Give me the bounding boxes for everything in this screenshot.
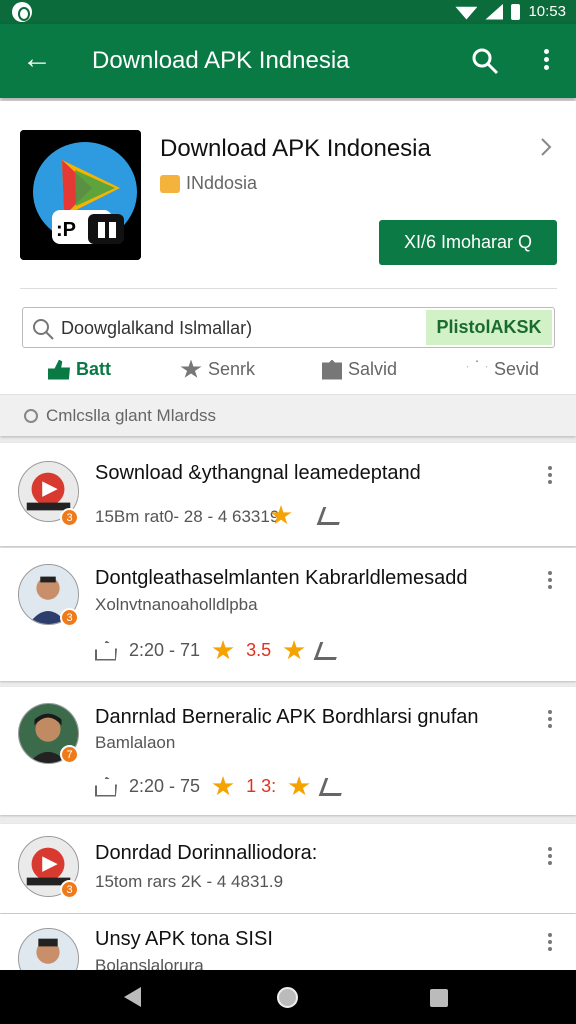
action-senrk[interactable]: Senrk — [180, 359, 255, 380]
share-icon[interactable] — [313, 641, 343, 660]
search-icon[interactable] — [470, 46, 500, 76]
list-item[interactable]: 3 Dontgleathaselmlanten Kabrarldlemesadd… — [0, 548, 576, 681]
list-item[interactable]: 3 Donrdad Dorinnalliodora: 15tom rars 2K… — [0, 824, 576, 913]
star-icon — [212, 776, 234, 796]
share-icon[interactable] — [316, 506, 346, 525]
list-item[interactable]: 3 Sownload &ythangnal leamedeptand 15Bm … — [0, 443, 576, 546]
developer-name: INddosia — [186, 173, 258, 193]
action-label: Salvid — [348, 359, 398, 379]
status-time: 10:53 — [528, 3, 566, 20]
item-meta: 15Bm rat0- 28 - 4 63319 — [95, 507, 279, 527]
rating-value: 3.5 — [246, 640, 272, 660]
developer-badge-icon — [160, 174, 180, 193]
item-sub: Xolnvtnanoaholldlpba — [95, 595, 258, 614]
chevron-right-icon[interactable] — [540, 137, 552, 157]
item-title: Sownload &ythangnal leamedeptand — [95, 462, 421, 484]
star-outline-icon — [466, 359, 488, 378]
signal-icon — [485, 3, 504, 20]
item-title: Unsy APK tona SISI — [95, 928, 273, 950]
status-bar: 10:53 — [0, 0, 576, 24]
back-arrow-icon[interactable]: ← — [22, 44, 52, 74]
developer-row[interactable]: INddosia — [160, 173, 257, 194]
avatar-badge: 7 — [60, 745, 79, 764]
status-icons: 10:53 — [455, 3, 566, 20]
info-bar: Cmlcslla glant Mlardss — [0, 394, 576, 436]
item-sub: Bamlalaon — [95, 733, 176, 752]
item-more-icon[interactable] — [546, 463, 554, 487]
avatar-badge: 3 — [60, 880, 79, 899]
item-more-icon[interactable] — [546, 930, 554, 954]
item-more-icon[interactable] — [546, 568, 554, 592]
info-text: Cmlcslla glant Mlardss — [46, 406, 217, 425]
thumbs-up-icon[interactable] — [95, 776, 117, 797]
action-sevid[interactable]: Sevid — [466, 359, 539, 380]
item-more-icon[interactable] — [546, 844, 554, 868]
app-details-card: :P Download APK Indonesia INddosia XI/6 … — [0, 101, 576, 436]
action-row: Batt Senrk Salvid Sevid — [0, 359, 576, 389]
item-stats: 2:20 - 71 3.5 — [95, 640, 343, 661]
item-sub: 15tom rars 2K - 4 4831.9 — [95, 872, 284, 891]
magnifier-icon — [33, 319, 54, 340]
system-nav-bar — [0, 970, 576, 1024]
avatar — [18, 928, 79, 970]
action-label: Sevid — [494, 359, 540, 379]
item-sub: 15Bm rat0- 28 - 4 63319 — [95, 507, 280, 526]
battery-icon — [511, 3, 521, 20]
app-bar: ← Download APK Indnesia — [0, 24, 576, 98]
item-title: Donrdad Dorinnalliodora: — [95, 842, 318, 864]
list-item[interactable]: Unsy APK tona SISI Bolanslalorura — [0, 914, 576, 970]
more-vert-icon[interactable] — [536, 46, 556, 76]
likes-count: 2:20 - 75 — [129, 776, 201, 796]
item-more-icon[interactable] — [546, 707, 554, 731]
divider — [20, 288, 557, 289]
install-button[interactable]: XI/6 Imoharar Q — [379, 220, 557, 265]
wifi-icon — [455, 6, 478, 20]
star-icon — [270, 505, 292, 525]
search-input[interactable]: Doowglalkand Islmallar) — [61, 318, 252, 339]
nav-home-icon[interactable] — [277, 987, 298, 1008]
notification-icon — [12, 2, 32, 22]
item-sub: Bolanslalorura — [95, 956, 204, 970]
star-icon — [283, 640, 305, 660]
nav-recents-icon[interactable] — [430, 989, 448, 1007]
shopping-bag-icon — [322, 359, 342, 380]
avatar-badge: 3 — [60, 608, 79, 627]
star-icon — [180, 359, 202, 378]
thumbs-up-icon[interactable] — [95, 640, 117, 661]
item-stats: 2:20 - 75 1 3: — [95, 776, 348, 797]
search-submit-button[interactable]: PlistolAKSK — [426, 310, 552, 345]
item-title: Danrnlad Berneralic APK Bordhlarsi gnufa… — [95, 706, 479, 728]
action-salvid[interactable]: Salvid — [322, 359, 397, 380]
likes-count: 2:20 - 71 — [129, 640, 201, 660]
app-bar-title: Download APK Indnesia — [92, 47, 350, 74]
svg-text::P: :P — [56, 219, 76, 241]
star-icon — [212, 640, 234, 660]
app-title: Download APK Indonesia — [160, 135, 431, 162]
thumbs-up-icon — [48, 359, 70, 380]
action-label: Senrk — [208, 359, 256, 379]
search-field[interactable]: Doowglalkand Islmallar) PlistolAKSK — [22, 307, 555, 348]
avatar-badge: 3 — [60, 508, 79, 527]
action-batt[interactable]: Batt — [48, 359, 111, 380]
rating-value: 1 3: — [246, 776, 277, 796]
list-item[interactable]: 7 Danrnlad Berneralic APK Bordhlarsi gnu… — [0, 687, 576, 815]
nav-back-icon[interactable] — [124, 987, 141, 1007]
share-icon[interactable] — [318, 777, 348, 796]
action-label: Batt — [76, 359, 111, 379]
app-logo-icon: :P — [20, 130, 141, 260]
item-title: Dontgleathaselmlanten Kabrarldlemesadd — [95, 567, 468, 589]
item-stats — [270, 505, 346, 526]
info-circle-icon — [24, 409, 38, 423]
star-icon — [288, 776, 310, 796]
